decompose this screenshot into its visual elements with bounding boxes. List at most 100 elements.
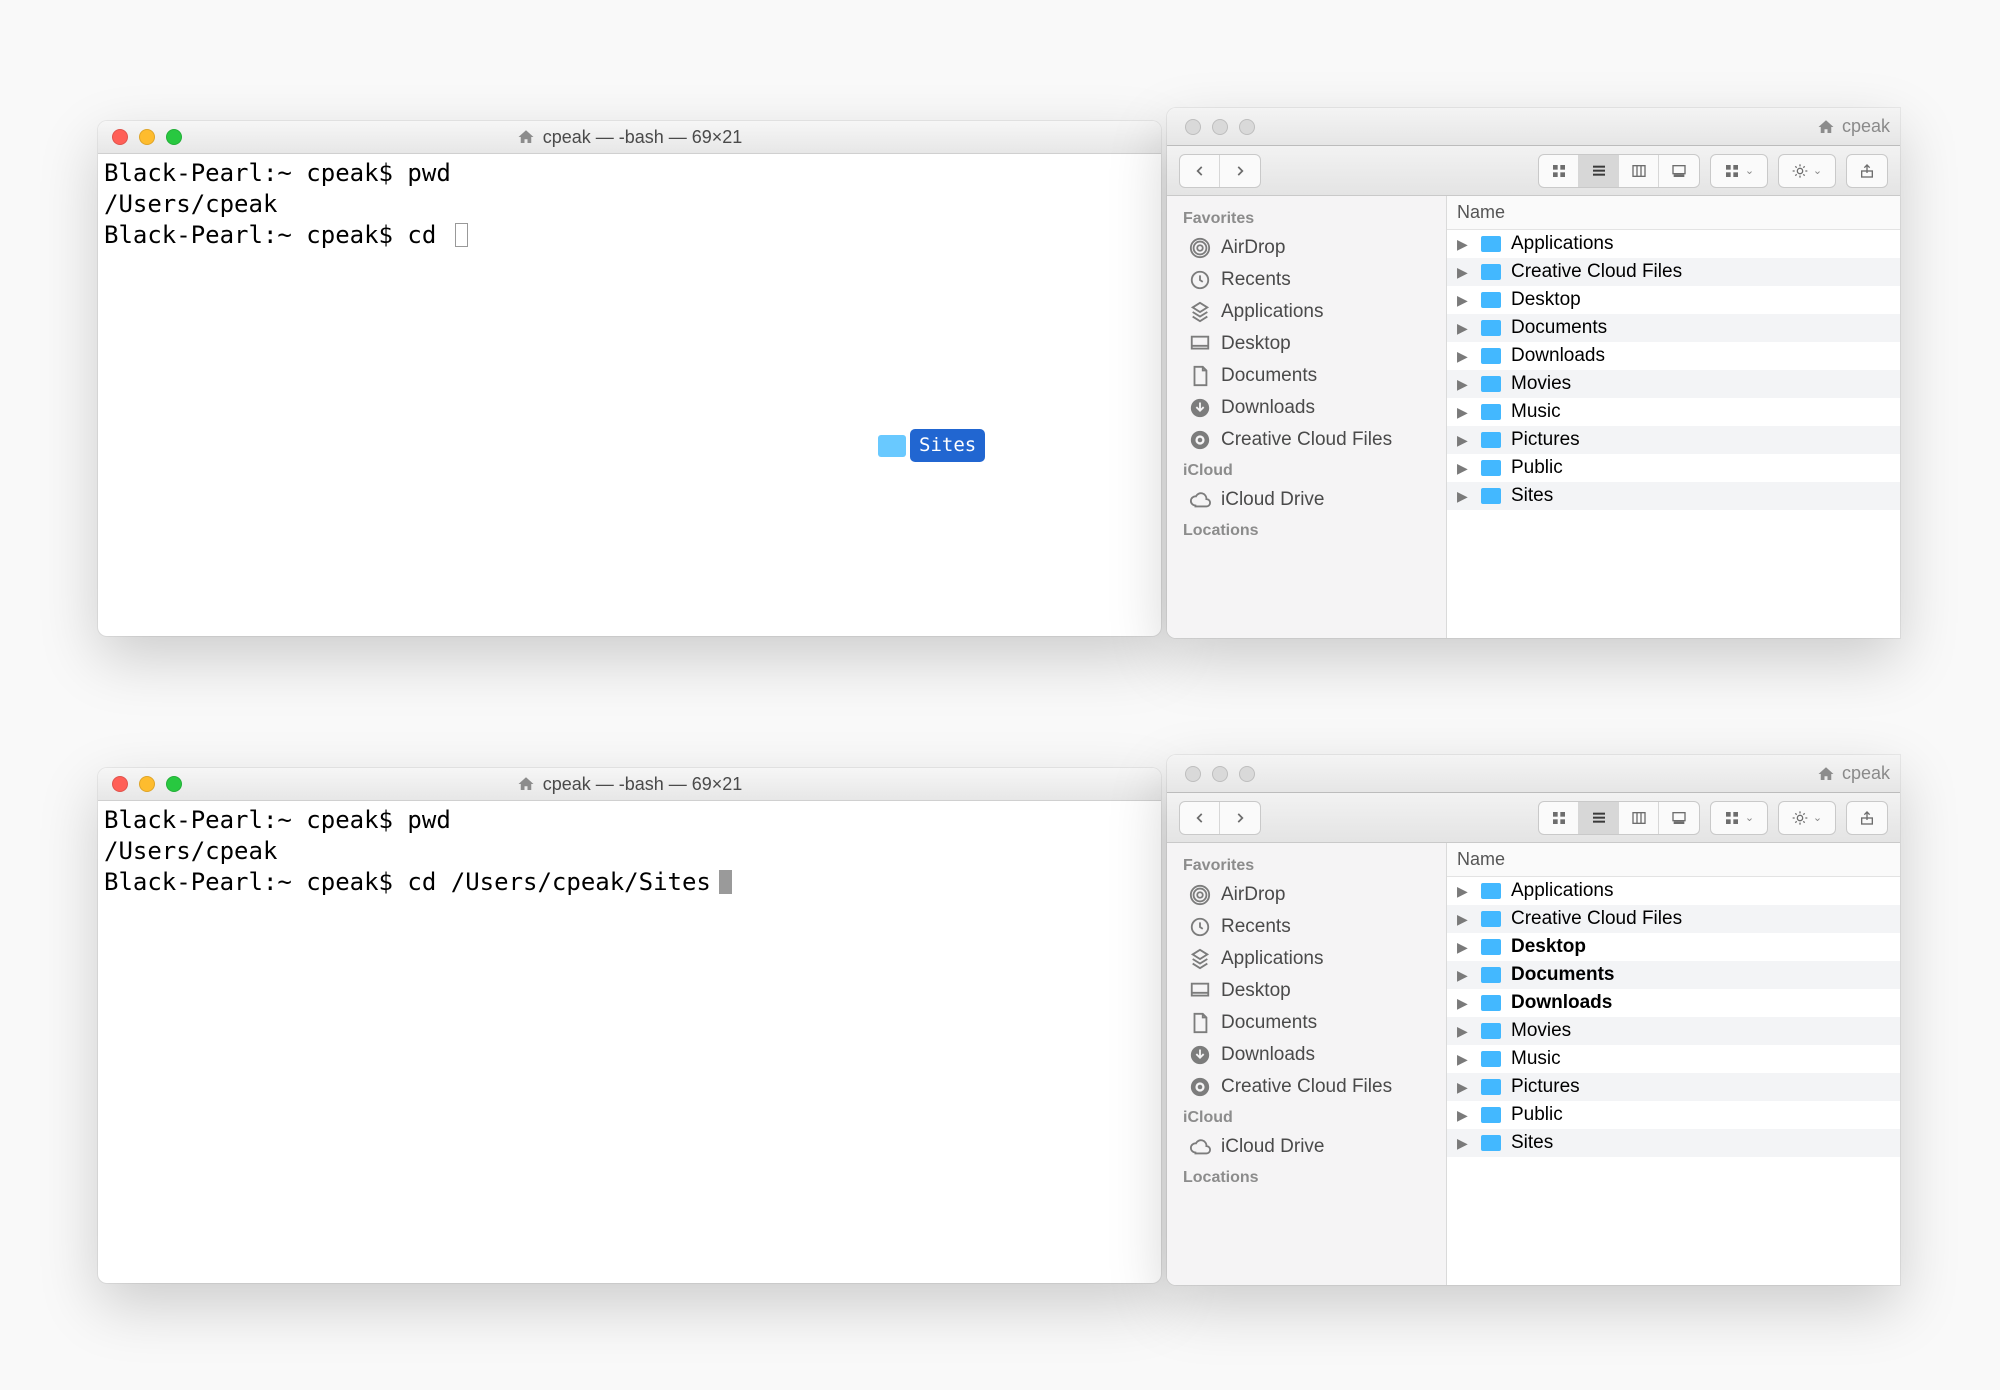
file-row[interactable]: ▶Downloads [1447,989,1900,1017]
minimize-icon[interactable] [1212,766,1228,782]
disclosure-icon[interactable]: ▶ [1457,1023,1471,1040]
action-button[interactable]: ⌄ [1779,155,1835,187]
disclosure-icon[interactable]: ▶ [1457,1079,1471,1096]
forward-button[interactable] [1220,155,1260,187]
sidebar-item[interactable]: iCloud Drive [1167,1131,1446,1163]
folder-icon [1481,292,1501,308]
sidebar-item[interactable]: Downloads [1167,1039,1446,1071]
disclosure-icon[interactable]: ▶ [1457,911,1471,928]
zoom-icon[interactable] [166,776,182,792]
disclosure-icon[interactable]: ▶ [1457,320,1471,337]
disclosure-icon[interactable]: ▶ [1457,348,1471,365]
drag-badge[interactable]: Sites [878,429,985,462]
zoom-icon[interactable] [1239,119,1255,135]
sidebar-item[interactable]: Creative Cloud Files [1167,424,1446,456]
file-row[interactable]: ▶Documents [1447,314,1900,342]
file-row[interactable]: ▶Applications [1447,877,1900,905]
folder-icon [1481,376,1501,392]
disclosure-icon[interactable]: ▶ [1457,488,1471,505]
disclosure-icon[interactable]: ▶ [1457,1051,1471,1068]
sidebar-item[interactable]: Documents [1167,360,1446,392]
disclosure-icon[interactable]: ▶ [1457,967,1471,984]
file-row[interactable]: ▶Sites [1447,482,1900,510]
sidebar-item[interactable]: Downloads [1167,392,1446,424]
sidebar-item[interactable]: Creative Cloud Files [1167,1071,1446,1103]
view-icons-button[interactable] [1539,802,1579,834]
forward-button[interactable] [1220,802,1260,834]
minimize-icon[interactable] [1212,119,1228,135]
disclosure-icon[interactable]: ▶ [1457,404,1471,421]
column-header-name[interactable]: Name [1447,196,1900,230]
back-button[interactable] [1180,155,1220,187]
terminal-body[interactable]: Black-Pearl:~ cpeak$ pwd /Users/cpeak Bl… [98,801,1161,1283]
folder-icon [1481,488,1501,504]
disclosure-icon[interactable]: ▶ [1457,995,1471,1012]
sidebar-item[interactable]: AirDrop [1167,232,1446,264]
sidebar-item-label: Downloads [1221,1044,1315,1066]
file-row[interactable]: ▶Desktop [1447,933,1900,961]
sidebar-item[interactable]: Desktop [1167,328,1446,360]
close-icon[interactable] [1185,119,1201,135]
file-row[interactable]: ▶Applications [1447,230,1900,258]
file-row[interactable]: ▶Movies [1447,1017,1900,1045]
disclosure-icon[interactable]: ▶ [1457,264,1471,281]
disclosure-icon[interactable]: ▶ [1457,939,1471,956]
back-button[interactable] [1180,802,1220,834]
view-list-button[interactable] [1579,155,1619,187]
file-row[interactable]: ▶Music [1447,1045,1900,1073]
sidebar-heading: Locations [1167,1167,1446,1191]
file-row[interactable]: ▶Pictures [1447,426,1900,454]
disclosure-icon[interactable]: ▶ [1457,432,1471,449]
sidebar-heading: Favorites [1167,855,1446,879]
sidebar-item[interactable]: Applications [1167,296,1446,328]
sidebar-item[interactable]: Recents [1167,911,1446,943]
file-row[interactable]: ▶Creative Cloud Files [1447,258,1900,286]
file-row[interactable]: ▶Movies [1447,370,1900,398]
view-gallery-button[interactable] [1659,155,1699,187]
file-row[interactable]: ▶Public [1447,454,1900,482]
disclosure-icon[interactable]: ▶ [1457,460,1471,477]
disclosure-icon[interactable]: ▶ [1457,292,1471,309]
close-icon[interactable] [1185,766,1201,782]
zoom-icon[interactable] [1239,766,1255,782]
share-button[interactable] [1847,802,1887,834]
chevron-down-icon: ⌄ [1745,811,1754,824]
traffic-lights [1167,119,1255,135]
file-row[interactable]: ▶Documents [1447,961,1900,989]
file-row[interactable]: ▶Sites [1447,1129,1900,1157]
view-list-button[interactable] [1579,802,1619,834]
file-row[interactable]: ▶Pictures [1447,1073,1900,1101]
sidebar-item[interactable]: AirDrop [1167,879,1446,911]
view-columns-button[interactable] [1619,802,1659,834]
close-icon[interactable] [112,776,128,792]
sidebar-item[interactable]: Recents [1167,264,1446,296]
file-row[interactable]: ▶Public [1447,1101,1900,1129]
disclosure-icon[interactable]: ▶ [1457,883,1471,900]
file-row[interactable]: ▶Music [1447,398,1900,426]
minimize-icon[interactable] [139,776,155,792]
minimize-icon[interactable] [139,129,155,145]
sidebar-item[interactable]: iCloud Drive [1167,484,1446,516]
file-row[interactable]: ▶Downloads [1447,342,1900,370]
arrange-button[interactable]: ⌄ [1711,155,1767,187]
close-icon[interactable] [112,129,128,145]
sidebar-list: AirDropRecentsApplicationsDesktopDocumen… [1167,879,1446,1103]
view-icons-button[interactable] [1539,155,1579,187]
sidebar-item[interactable]: Applications [1167,943,1446,975]
action-button[interactable]: ⌄ [1779,802,1835,834]
view-gallery-button[interactable] [1659,802,1699,834]
view-columns-button[interactable] [1619,155,1659,187]
sidebar-item[interactable]: Desktop [1167,975,1446,1007]
zoom-icon[interactable] [166,129,182,145]
disclosure-icon[interactable]: ▶ [1457,1107,1471,1124]
file-row[interactable]: ▶Creative Cloud Files [1447,905,1900,933]
terminal-body[interactable]: Black-Pearl:~ cpeak$ pwd /Users/cpeak Bl… [98,154,1161,636]
disclosure-icon[interactable]: ▶ [1457,236,1471,253]
disclosure-icon[interactable]: ▶ [1457,1135,1471,1152]
share-button[interactable] [1847,155,1887,187]
column-header-name[interactable]: Name [1447,843,1900,877]
arrange-button[interactable]: ⌄ [1711,802,1767,834]
sidebar-item[interactable]: Documents [1167,1007,1446,1039]
file-row[interactable]: ▶Desktop [1447,286,1900,314]
disclosure-icon[interactable]: ▶ [1457,376,1471,393]
